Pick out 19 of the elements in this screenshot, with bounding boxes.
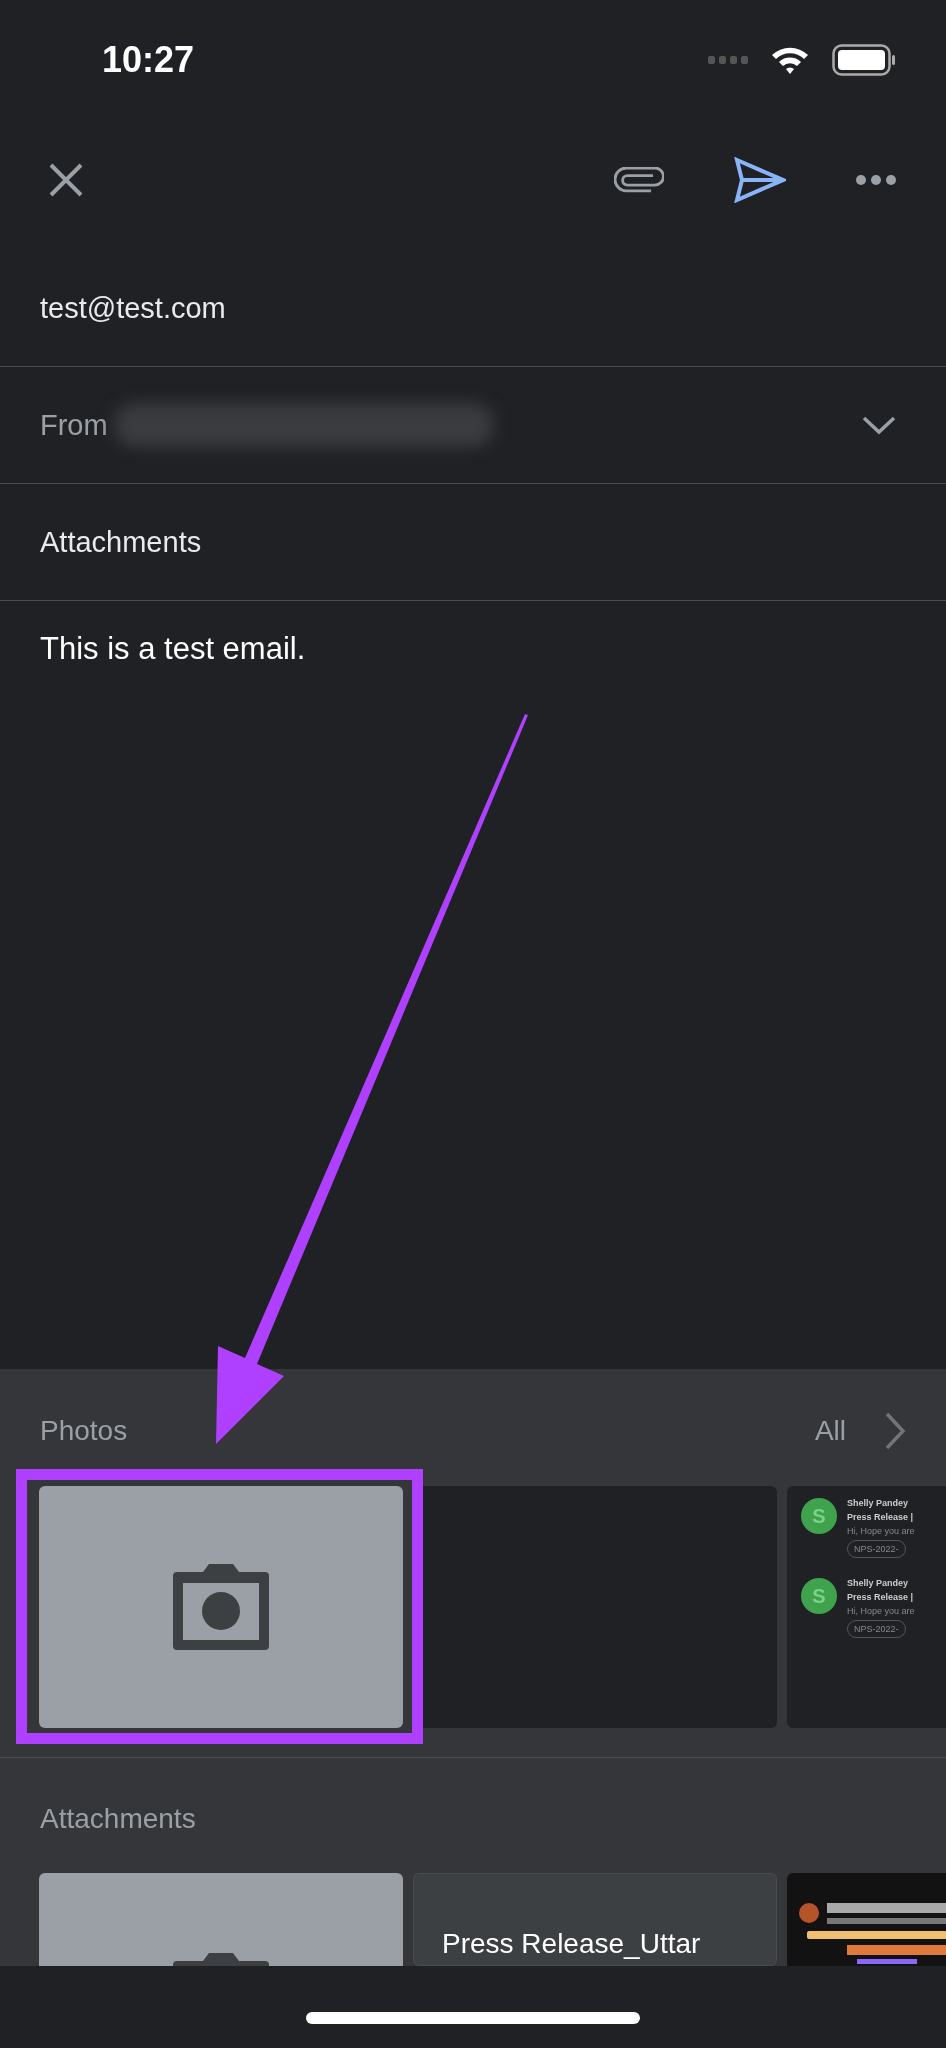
sender-name: Shelly Pandey <box>847 1578 909 1588</box>
photos-heading: Photos <box>40 1414 128 1447</box>
sender-name: Shelly Pandey <box>847 1498 909 1508</box>
status-time: 10:27 <box>102 39 195 81</box>
file-name: Press Release_Uttar <box>442 1928 701 1959</box>
all-photos-link[interactable]: All <box>814 1414 846 1447</box>
email-preview: Hi, Hope you are <box>847 1526 915 1536</box>
attachments-field[interactable]: Attachments <box>40 525 202 559</box>
attachments-heading: Attachments <box>40 1802 196 1835</box>
file-card[interactable]: Press Release_Uttar <box>413 1873 777 1966</box>
avatar: S <box>801 1498 837 1534</box>
email-subject: Press Release | <box>847 1592 914 1602</box>
from-label: From <box>40 408 108 442</box>
avatar: S <box>801 1578 837 1614</box>
email-preview: Hi, Hope you are <box>847 1606 915 1616</box>
email-subject: Press Release | <box>847 1512 914 1522</box>
screenshot-thumbnail[interactable]: S Shelly Pandey Press Release | Hi, Hope you are NPS-2022- S Shelly Pandey Press Release | Hi, Hope you are NPS-2022- <box>787 1486 946 1728</box>
recipient-field[interactable]: test@test.com <box>40 291 226 325</box>
message-body[interactable]: This is a test email. <box>40 631 306 666</box>
